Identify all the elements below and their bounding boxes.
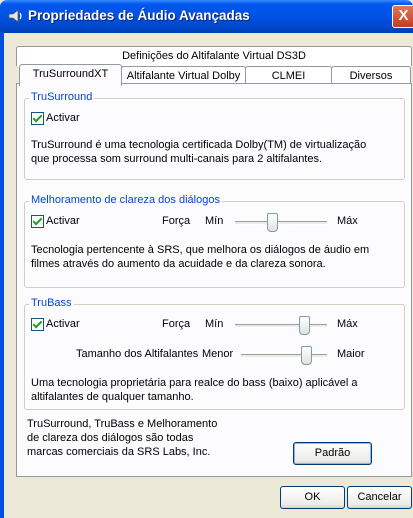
tab-ds3d-label: Definições do Altifalante Virtual DS3D [122,50,306,62]
tab-panel: TruSurround Activar TruSurround é uma te… [16,83,412,477]
dialog-clarity-enable-label[interactable]: Activar [46,215,80,227]
tab-clmei-label: CLMEI [271,70,306,82]
dialog-clarity-group: Melhoramento de clareza dos diálogos Act… [24,194,405,288]
dialog-clarity-force-label: Força [162,215,191,227]
trusurround-group-title: TruSurround [29,91,95,103]
close-icon: X [398,7,409,24]
trusurround-group: TruSurround Activar TruSurround é uma te… [24,91,405,180]
tab-ds3d[interactable]: Definições do Altifalante Virtual DS3D [16,46,412,66]
ok-button[interactable]: OK [280,486,345,509]
tab-dolby-label: Altifalante Virtual Dolby [126,70,241,82]
trubass-enable-label[interactable]: Activar [46,318,80,330]
speaker-size-larger-label: Maior [337,348,365,360]
tab-dolby-virtual-speaker[interactable]: Altifalante Virtual Dolby [121,66,246,84]
tab-trusurroundxt[interactable]: TruSurroundXT [19,64,122,86]
trademark-note: TruSurround, TruBass e Melhoramento de c… [27,418,218,458]
tab-diversos[interactable]: Diversos [331,66,411,84]
dialog-clarity-max-label: Máx [337,215,358,227]
speaker-size-label: Tamanho dos Altifalantes [76,348,199,360]
speaker-size-slider[interactable] [300,346,312,365]
close-button[interactable]: X [392,5,413,28]
speaker-size-track [241,354,327,358]
trubass-enable-checkbox[interactable] [31,318,44,331]
default-button[interactable]: Padrão [293,442,372,465]
window-title: Propriedades de Áudio Avançadas [28,8,250,23]
speaker-icon [8,9,22,23]
trubass-max-label: Máx [337,318,358,330]
dialog-clarity-enable-checkbox[interactable] [31,215,44,228]
dialog-clarity-force-track [235,221,327,225]
tab-clmei[interactable]: CLMEI [245,66,332,84]
cancel-button[interactable]: Cancelar [347,486,412,509]
dialog-clarity-description: Tecnologia pertencente à SRS, que melhor… [31,244,370,270]
trubass-group-title: TruBass [29,297,74,309]
trubass-group: TruBass Activar Força Mín Máx Tamanho do… [24,297,405,410]
dialog-clarity-group-title: Melhoramento de clareza dos diálogos [29,194,222,206]
trusurround-description: TruSurround é uma tecnologia certificada… [31,139,367,165]
trusurround-enable-checkbox[interactable] [31,112,44,125]
trubass-min-label: Mín [205,318,224,330]
title-bar[interactable]: Propriedades de Áudio Avançadas X [0,0,413,33]
trubass-description: Uma tecnologia proprietária para realce … [31,377,358,403]
trusurround-enable-label[interactable]: Activar [46,112,80,124]
dialog-window: Propriedades de Áudio Avançadas X Defini… [0,0,413,518]
tab-trusurroundxt-label: TruSurroundXT [32,68,109,80]
trubass-force-label: Força [162,318,191,330]
dialog-clarity-force-slider[interactable] [266,213,278,232]
dialog-clarity-min-label: Mín [205,215,224,227]
trubass-force-track [235,324,327,328]
window-frame-left [0,33,4,518]
tab-diversos-label: Diversos [349,70,393,82]
trubass-force-slider[interactable] [299,316,310,335]
speaker-size-smaller-label: Menor [202,348,234,360]
